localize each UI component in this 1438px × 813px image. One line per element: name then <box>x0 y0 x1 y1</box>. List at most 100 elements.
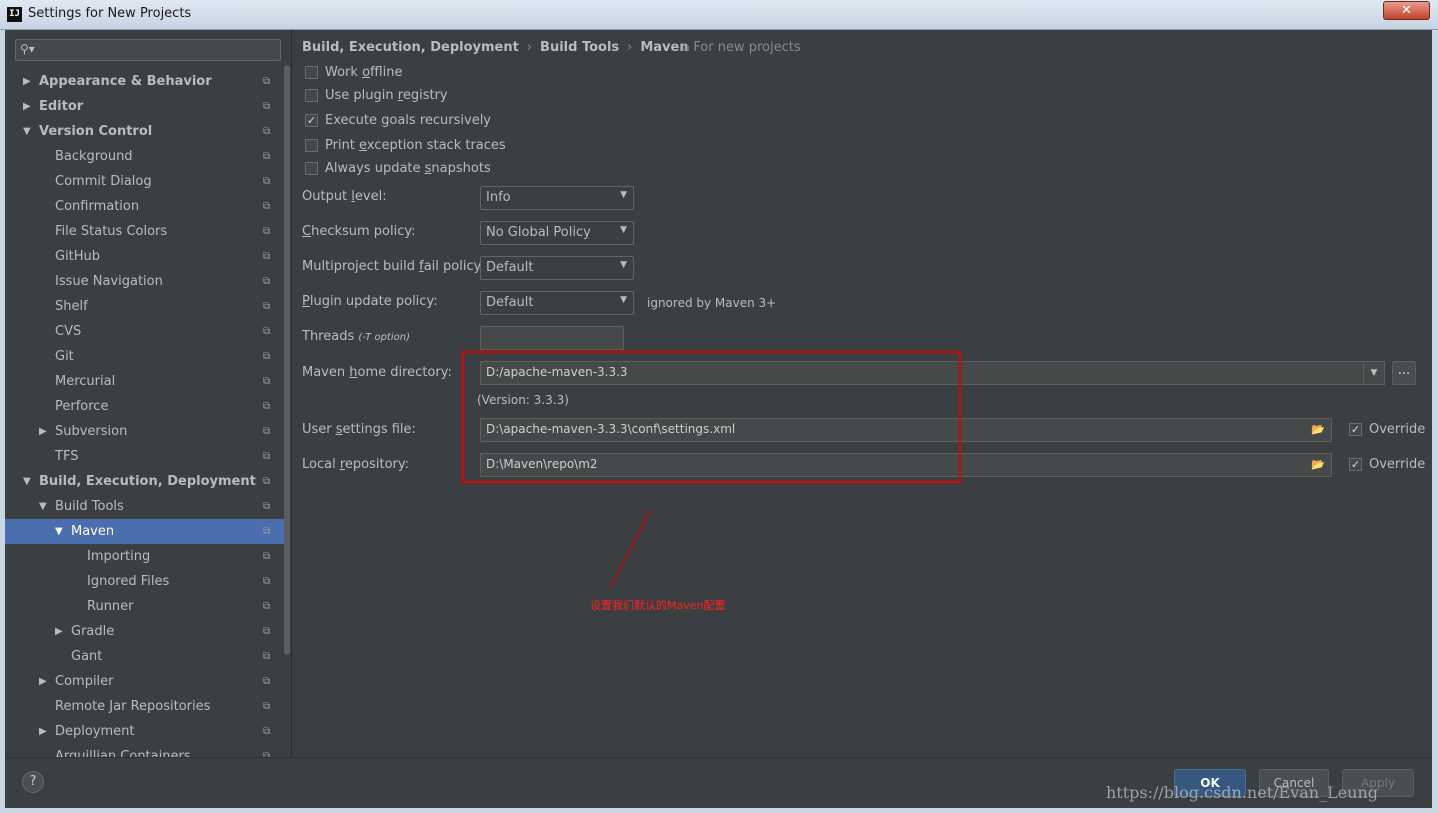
project-settings-icon: ⧉ <box>263 401 271 412</box>
sidebar-item-subversion[interactable]: ▶ Subversion ⧉ <box>5 419 285 444</box>
browse-maven-home-button[interactable]: ... <box>1392 361 1416 385</box>
collapse-arrow-icon[interactable]: ▶ <box>23 94 31 119</box>
sidebar-item-arquillian-containers[interactable]: Arquillian Containers ⧉ <box>5 744 285 757</box>
sidebar-item-label: Git <box>55 349 74 364</box>
sidebar-item-compiler[interactable]: ▶ Compiler ⧉ <box>5 669 285 694</box>
sidebar-item-commit-dialog[interactable]: Commit Dialog ⧉ <box>5 169 285 194</box>
checksum-policy-select[interactable]: No Global Policy ▼ <box>480 221 634 245</box>
threads-input[interactable] <box>480 326 624 350</box>
checkmark-icon[interactable]: ✓ <box>1349 458 1362 471</box>
project-settings-icon: ⧉ <box>263 101 271 112</box>
project-settings-icon: ⧉ <box>263 376 271 387</box>
project-settings-icon: ⧉ <box>263 601 271 612</box>
chevron-down-icon[interactable]: ▼ <box>1363 362 1384 384</box>
checkbox-label: napshots <box>431 161 491 176</box>
project-settings-icon: ⧉ <box>263 626 271 637</box>
sidebar-item-build-tools[interactable]: ▼ Build Tools ⧉ <box>5 494 285 519</box>
checkmark-icon[interactable]: ✓ <box>1349 423 1362 436</box>
sidebar-item-editor[interactable]: ▶ Editor ⧉ <box>5 94 285 119</box>
chevron-down-icon: ▼ <box>620 190 627 200</box>
sidebar-item-importing[interactable]: Importing ⧉ <box>5 544 285 569</box>
sidebar-item-issue-navigation[interactable]: Issue Navigation ⧉ <box>5 269 285 294</box>
sidebar-item-build-execution-deployment[interactable]: ▼ Build, Execution, Deployment ⧉ <box>5 469 285 494</box>
sidebar-item-label: Background <box>55 149 133 164</box>
breadcrumb-item: Build Tools <box>540 40 620 55</box>
help-button[interactable]: ? <box>22 771 44 793</box>
sidebar-item-tfs[interactable]: TFS ⧉ <box>5 444 285 469</box>
sidebar-item-background[interactable]: Background ⧉ <box>5 144 285 169</box>
checkmark-icon[interactable]: ✓ <box>305 114 318 127</box>
sidebar-item-shelf[interactable]: Shelf ⧉ <box>5 294 285 319</box>
project-settings-icon: ⧉ <box>263 351 271 362</box>
sidebar-item-label: Build Tools <box>55 499 124 514</box>
sidebar-item-label: Deployment <box>55 724 135 739</box>
sidebar-item-remote-jar-repositories[interactable]: Remote Jar Repositories ⧉ <box>5 694 285 719</box>
collapse-arrow-icon[interactable]: ▶ <box>39 669 47 694</box>
sidebar-item-label: TFS <box>55 449 79 464</box>
project-settings-icon: ⧉ <box>263 326 271 337</box>
label-text: ail policy: <box>423 259 485 274</box>
sidebar-item-label: Runner <box>87 599 134 614</box>
sidebar-item-label: Maven <box>71 524 115 539</box>
sidebar-item-file-status-colors[interactable]: File Status Colors ⧉ <box>5 219 285 244</box>
sidebar-item-gradle[interactable]: ▶ Gradle ⧉ <box>5 619 285 644</box>
collapse-arrow-icon[interactable]: ▶ <box>39 419 47 444</box>
sidebar-item-version-control[interactable]: ▼ Version Control ⧉ <box>5 119 285 144</box>
checkbox-label: oals recursively <box>389 113 491 128</box>
project-settings-icon: ⧉ <box>263 501 271 512</box>
collapse-arrow-icon[interactable]: ▶ <box>55 619 63 644</box>
collapse-arrow-icon[interactable]: ▶ <box>23 69 31 94</box>
expand-arrow-icon[interactable]: ▼ <box>39 494 47 519</box>
project-settings-icon: ⧉ <box>263 226 271 237</box>
breadcrumb-separator-icon: › <box>526 40 533 55</box>
settings-search-input[interactable]: ⚲▾ <box>15 39 281 61</box>
label-text: User <box>302 422 336 437</box>
sidebar-item-label: Remote Jar Repositories <box>55 699 211 714</box>
plugin-update-policy-select[interactable]: Default ▼ <box>480 291 634 315</box>
sidebar-item-perforce[interactable]: Perforce ⧉ <box>5 394 285 419</box>
collapse-arrow-icon[interactable]: ▶ <box>39 719 47 744</box>
sidebar-item-label: CVS <box>55 324 82 339</box>
output-level-select[interactable]: Info ▼ <box>480 186 634 210</box>
folder-icon[interactable]: 📂 <box>1311 423 1325 436</box>
checkbox-box[interactable] <box>305 162 318 175</box>
project-settings-icon: ⧉ <box>263 676 271 687</box>
expand-arrow-icon[interactable]: ▼ <box>55 519 63 544</box>
sidebar-item-label: Confirmation <box>55 199 140 214</box>
sidebar-item-label: GitHub <box>55 249 101 264</box>
sidebar-item-maven[interactable]: ▼ Maven ⧉ <box>5 519 285 544</box>
select-value: Default <box>486 260 534 275</box>
project-settings-icon: ⧉ <box>263 701 271 712</box>
maven-home-label: Maven home directory: <box>302 365 452 380</box>
project-settings-icon: ⧉ <box>263 301 271 312</box>
expand-arrow-icon[interactable]: ▼ <box>23 469 31 494</box>
label-text: evel: <box>354 189 387 204</box>
label-text: epository: <box>344 457 410 472</box>
sidebar-scrollbar[interactable] <box>284 65 290 655</box>
fail-policy-select[interactable]: Default ▼ <box>480 256 634 280</box>
folder-icon[interactable]: 📂 <box>1311 458 1325 471</box>
project-settings-icon: ⧉ <box>263 751 271 757</box>
chevron-down-icon: ▼ <box>620 225 627 235</box>
project-settings-icon: ⧉ <box>263 151 271 162</box>
sidebar-item-confirmation[interactable]: Confirmation ⧉ <box>5 194 285 219</box>
user-settings-label: User settings file: <box>302 422 416 437</box>
checkbox-box[interactable] <box>305 89 318 102</box>
expand-arrow-icon[interactable]: ▼ <box>23 119 31 144</box>
label-mnemonic: h <box>349 365 358 380</box>
sidebar-item-deployment[interactable]: ▶ Deployment ⧉ <box>5 719 285 744</box>
watermark: https://blog.csdn.net/Evan_Leung <box>1106 783 1379 802</box>
sidebar-item-cvs[interactable]: CVS ⧉ <box>5 319 285 344</box>
sidebar-item-ignored-files[interactable]: Ignored Files ⧉ <box>5 569 285 594</box>
close-button[interactable]: ✕ <box>1383 1 1430 20</box>
sidebar-item-label: Gradle <box>71 624 115 639</box>
sidebar-item-git[interactable]: Git ⧉ <box>5 344 285 369</box>
sidebar-item-runner[interactable]: Runner ⧉ <box>5 594 285 619</box>
checkbox-box[interactable] <box>305 139 318 152</box>
sidebar-item-gant[interactable]: Gant ⧉ <box>5 644 285 669</box>
sidebar-item-github[interactable]: GitHub ⧉ <box>5 244 285 269</box>
sidebar-item-appearance-behavior[interactable]: ▶ Appearance & Behavior ⧉ <box>5 69 285 94</box>
sidebar-item-mercurial[interactable]: Mercurial ⧉ <box>5 369 285 394</box>
checkbox-box[interactable] <box>305 66 318 79</box>
annotation-text: 设置我们默认的Maven配置 <box>590 599 726 612</box>
